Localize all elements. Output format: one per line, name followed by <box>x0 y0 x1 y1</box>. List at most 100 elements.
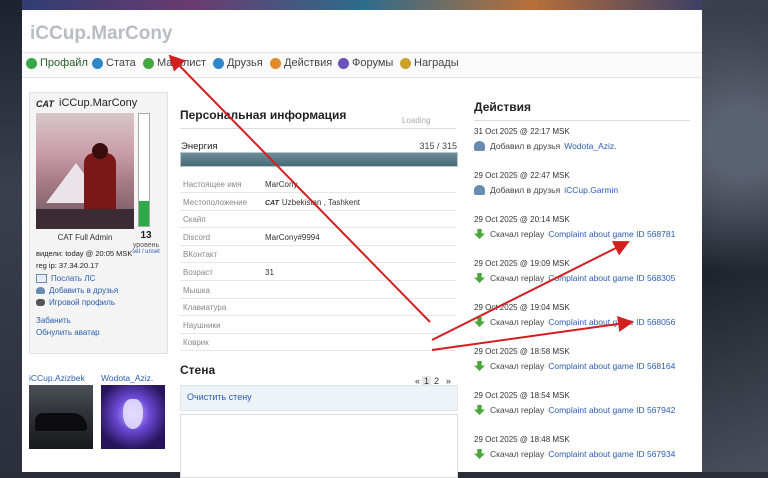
download-arrow-icon <box>474 229 485 239</box>
action-text: Скачал replay <box>490 317 545 327</box>
game-profile-link[interactable]: Игровой профиль <box>36 298 115 307</box>
action-link[interactable]: iCCup.Garmin <box>564 185 618 195</box>
action-link[interactable]: Complaint about game ID 568305 <box>548 273 675 283</box>
action-link[interactable]: Complaint about game ID 568056 <box>548 317 675 327</box>
ban-link[interactable]: Забанить <box>36 316 71 325</box>
action-time: 31 Oct 2025 @ 22:17 MSK <box>474 127 570 136</box>
download-arrow-icon <box>474 317 485 327</box>
friend-name-2[interactable]: Wodota_Aziz. <box>101 373 153 383</box>
download-arrow-icon <box>474 405 485 415</box>
info-row: Discord MarCony#9994 <box>180 228 456 246</box>
info-row: Клавиатура <box>180 298 456 317</box>
profile-icon <box>26 57 37 69</box>
info-value-text: 31 <box>265 268 274 277</box>
tab-actions[interactable]: Действия <box>270 57 332 69</box>
energy-bar-fill <box>181 153 457 166</box>
clan-logo: CAT <box>36 99 54 109</box>
loading-indicator: Loading <box>402 116 431 125</box>
action-item: Скачал replay Complaint about game ID 567… <box>474 449 675 459</box>
add-user-icon <box>36 287 45 294</box>
clear-wall-link[interactable]: Очистить стену <box>187 392 252 402</box>
action-link[interactable]: Complaint about game ID 567942 <box>548 405 675 415</box>
avatar-ground <box>36 209 134 229</box>
energy-value: 315 / 315 <box>419 141 457 151</box>
action-item: Скачал replay Complaint about game ID 568… <box>474 273 675 283</box>
action-item: Добавил в друзья iCCup.Garmin <box>474 185 618 195</box>
divider <box>180 128 456 129</box>
actions-icon <box>270 57 281 69</box>
matchlist-icon <box>143 57 154 69</box>
info-value-text: MarCony#9994 <box>265 232 320 242</box>
personal-info-title: Персональная информация <box>180 108 347 122</box>
info-label: Скайп <box>183 215 206 225</box>
add-user-icon <box>474 185 485 195</box>
profile-name: iCCup.MarCony <box>59 97 138 109</box>
action-time: 29 Oct 2025 @ 18:58 MSK <box>474 347 570 356</box>
reg-ip: reg ip: 37.34.20.17 <box>36 261 99 270</box>
car-shape <box>35 413 87 431</box>
action-text: Скачал replay <box>490 449 545 459</box>
tab-stats[interactable]: Стата <box>92 57 136 69</box>
action-item: Скачал replay Complaint about game ID 567… <box>474 405 675 415</box>
info-row: Настоящее имя MarCony <box>180 175 456 193</box>
action-time: 29 Oct 2025 @ 19:09 MSK <box>474 259 570 268</box>
friend-name-1[interactable]: iCCup.Azizbek <box>29 373 85 383</box>
add-friend-link[interactable]: Добавить в друзья <box>36 286 118 295</box>
tab-awards[interactable]: Награды <box>400 57 459 69</box>
wolf-shape <box>123 399 143 429</box>
info-label: Мышка <box>183 285 210 295</box>
info-row: Мышка <box>180 281 456 299</box>
level-set-link[interactable]: set / unset <box>132 249 160 256</box>
energy-bar <box>180 152 458 167</box>
download-arrow-icon <box>474 273 485 283</box>
action-text: Скачал replay <box>490 273 545 283</box>
profile-page: iCCup.MarCony Профайл Стата Матчлист Дру… <box>22 10 702 478</box>
tab-friends[interactable]: Друзья <box>213 57 263 69</box>
send-message-link[interactable]: Послать ЛС <box>36 274 95 283</box>
profile-card: CAT iCCup.MarCony CAT Full Admin 13 уров… <box>29 92 168 354</box>
action-link[interactable]: Complaint about game ID 568781 <box>548 229 675 239</box>
profile-nav: Профайл Стата Матчлист Друзья Действия Ф… <box>22 52 702 78</box>
level-number: 13 <box>140 230 152 241</box>
tab-forums[interactable]: Форумы <box>338 57 393 69</box>
info-value-text: Uzbekistan , Tashkent <box>281 197 360 207</box>
friend-avatar-2[interactable] <box>101 385 165 449</box>
action-link[interactable]: Wodota_Aziz. <box>564 141 616 151</box>
action-time: 29 Oct 2025 @ 20:14 MSK <box>474 215 570 224</box>
action-text: Скачал replay <box>490 405 545 415</box>
wall-post-area[interactable] <box>180 414 458 478</box>
energy-label: Энергия <box>181 141 218 152</box>
info-value: 31 <box>265 268 274 277</box>
info-row: Наушники <box>180 316 456 334</box>
action-time: 29 Oct 2025 @ 18:48 MSK <box>474 435 570 444</box>
info-row: Возраст 31 <box>180 263 456 281</box>
avatar-figure <box>84 143 116 213</box>
experience-bar-fill <box>139 201 149 226</box>
action-text: Добавил в друзья <box>490 185 561 195</box>
action-link[interactable]: Complaint about game ID 568164 <box>548 361 675 371</box>
download-arrow-icon <box>474 449 485 459</box>
info-value: MarCony <box>265 180 297 189</box>
divider <box>474 120 690 121</box>
friend-avatar-1[interactable] <box>29 385 93 449</box>
info-row: Коврик <box>180 333 456 352</box>
awards-icon <box>400 57 411 69</box>
tab-profile[interactable]: Профайл <box>26 57 88 69</box>
background-right <box>702 0 768 472</box>
tab-matchlist[interactable]: Матчлист <box>143 57 206 69</box>
action-item: Добавил в друзья Wodota_Aziz. <box>474 141 617 151</box>
info-label: ВКонтакт <box>183 250 218 260</box>
stats-icon <box>92 57 103 69</box>
action-link[interactable]: Complaint about game ID 567934 <box>548 449 675 459</box>
info-value: CAT Uzbekistan , Tashkent <box>265 198 360 207</box>
reset-avatar-link[interactable]: Обнулить аватар <box>36 328 100 337</box>
download-arrow-icon <box>474 361 485 371</box>
info-label: Коврик <box>183 338 209 348</box>
info-label: Возраст <box>183 268 213 277</box>
friends-icon <box>213 57 224 69</box>
actions-title: Действия <box>474 100 532 114</box>
last-seen: видели: today @ 20:05 MSK <box>36 249 133 258</box>
action-time: 29 Oct 2025 @ 19:04 MSK <box>474 303 570 312</box>
info-label: Наушники <box>183 320 221 330</box>
wall-toolbar: Очистить стену <box>180 385 458 411</box>
